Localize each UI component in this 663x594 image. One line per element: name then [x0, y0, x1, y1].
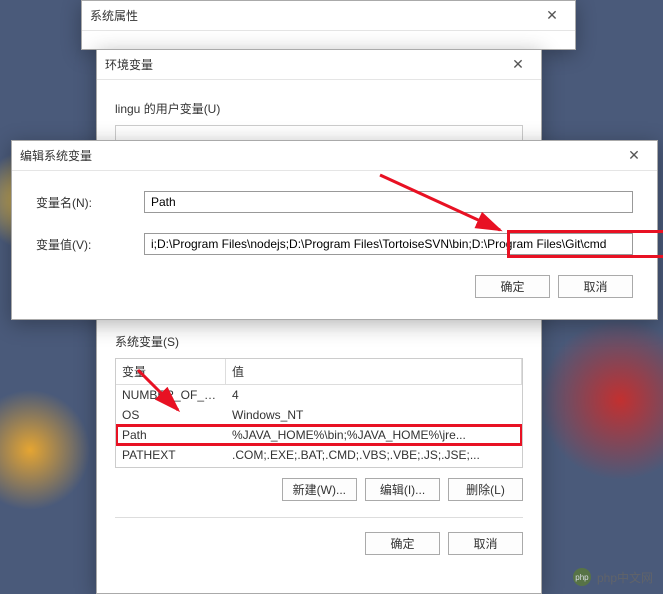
title-bar[interactable]: 环境变量 ✕: [97, 50, 541, 80]
cell-var: Path: [116, 426, 226, 444]
cell-val: %JAVA_HOME%\bin;%JAVA_HOME%\jre...: [226, 426, 522, 444]
variable-name-label: 变量名(N):: [36, 194, 144, 211]
table-row-path[interactable]: Path %JAVA_HOME%\bin;%JAVA_HOME%\jre...: [116, 425, 522, 445]
cell-var: OS: [116, 406, 226, 424]
watermark-logo-icon: php: [573, 568, 591, 586]
cell-val: .COM;.EXE;.BAT;.CMD;.VBS;.VBE;.JS;.JSE;.…: [226, 446, 522, 464]
delete-button[interactable]: 删除(L): [448, 478, 523, 501]
edit-button[interactable]: 编辑(I)...: [365, 478, 440, 501]
close-icon[interactable]: ✕: [503, 53, 533, 77]
cancel-button[interactable]: 取消: [558, 275, 633, 298]
watermark: php php中文网: [573, 568, 653, 586]
dialog-title: 环境变量: [105, 56, 153, 73]
variable-value-input[interactable]: [144, 233, 633, 255]
variable-value-label: 变量值(V):: [36, 236, 144, 253]
edit-system-variable-dialog: 编辑系统变量 ✕ 变量名(N): 变量值(V): 确定 取消: [11, 140, 658, 320]
title-bar[interactable]: 系统属性 ✕: [82, 1, 575, 31]
ok-button[interactable]: 确定: [365, 532, 440, 555]
cell-var: PATHEXT: [116, 446, 226, 464]
watermark-text: php中文网: [597, 569, 653, 586]
ok-button[interactable]: 确定: [475, 275, 550, 298]
cell-val: Windows_NT: [226, 406, 522, 424]
user-variables-label: lingu 的用户变量(U): [115, 100, 523, 117]
system-variables-label: 系统变量(S): [115, 333, 523, 350]
close-icon[interactable]: ✕: [619, 144, 649, 168]
cancel-button[interactable]: 取消: [448, 532, 523, 555]
close-icon[interactable]: ✕: [537, 4, 567, 28]
column-header-variable[interactable]: 变量: [116, 359, 226, 384]
table-row[interactable]: NUMBER_OF_PR... 4: [116, 385, 522, 405]
table-header: 变量 值: [116, 359, 522, 385]
table-row[interactable]: OS Windows_NT: [116, 405, 522, 425]
table-row[interactable]: PATHEXT .COM;.EXE;.BAT;.CMD;.VBS;.VBE;.J…: [116, 445, 522, 465]
dialog-title: 系统属性: [90, 7, 138, 24]
new-button[interactable]: 新建(W)...: [282, 478, 357, 501]
variable-name-input[interactable]: [144, 191, 633, 213]
cell-var: PROCESSOR_AR...: [116, 466, 226, 468]
cell-val: AMD64: [226, 466, 522, 468]
cell-var: NUMBER_OF_PR...: [116, 386, 226, 404]
title-bar[interactable]: 编辑系统变量 ✕: [12, 141, 657, 171]
system-variables-table[interactable]: 变量 值 NUMBER_OF_PR... 4 OS Windows_NT Pat…: [115, 358, 523, 468]
cell-val: 4: [226, 386, 522, 404]
system-properties-dialog: 系统属性 ✕: [81, 0, 576, 50]
table-row[interactable]: PROCESSOR_AR... AMD64: [116, 465, 522, 468]
dialog-title: 编辑系统变量: [20, 147, 92, 164]
column-header-value[interactable]: 值: [226, 359, 522, 384]
environment-variables-dialog: 环境变量 ✕ lingu 的用户变量(U) 系统变量(S) 变量 值 NUMBE…: [96, 49, 542, 594]
